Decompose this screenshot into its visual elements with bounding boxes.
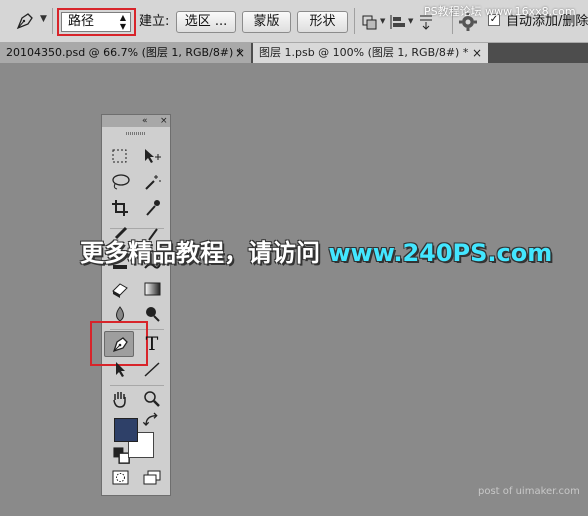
options-bar: ▼ 路径 ▲ ▼ 建立: 选区 ... 蒙版 形状 ▼ ▼ ✓ 自动添加/删除 P… [0, 0, 588, 43]
zoom-icon[interactable] [140, 389, 164, 409]
close-icon[interactable]: × [160, 115, 168, 127]
eraser-icon[interactable] [108, 279, 132, 299]
make-selection-button[interactable]: 选区 ... [176, 11, 236, 33]
make-label: 建立: [139, 14, 170, 29]
dropdown-caret-icon[interactable]: ▼ [380, 17, 385, 25]
make-mask-button[interactable]: 蒙版 [242, 11, 291, 33]
tab-document-2[interactable]: 图层 1.psb @ 100% (图层 1, RGB/8#) * × [253, 43, 488, 63]
pen-icon[interactable] [14, 11, 36, 31]
tools-panel-header[interactable]: « × [102, 115, 170, 127]
eyedropper-icon[interactable] [140, 198, 164, 218]
magic-wand-icon[interactable] [140, 172, 164, 192]
collapse-icon[interactable]: « [142, 115, 148, 127]
watermark-top: PS教程论坛 www.16xx8.com [424, 5, 576, 18]
tab-document-1[interactable]: 20104350.psd @ 66.7% (图层 1, RGB/8#) * × [0, 43, 251, 63]
type-icon[interactable]: T [140, 334, 164, 354]
screen-mode-icon[interactable] [140, 468, 164, 488]
separator [354, 8, 355, 34]
tab-label: 图层 1.psb @ 100% (图层 1, RGB/8#) * [259, 46, 469, 59]
rectangular-marquee-icon[interactable] [108, 146, 132, 166]
tutorial-text: 更多精品教程，请访问 [80, 239, 329, 267]
move-icon[interactable] [140, 146, 164, 166]
panel-grip[interactable] [126, 132, 146, 135]
type-tool-glyph: T [145, 333, 159, 355]
make-shape-button[interactable]: 形状 [297, 11, 348, 33]
path-alignment-icon[interactable] [388, 12, 408, 32]
canvas-workspace[interactable] [0, 63, 588, 516]
tutorial-watermark: 更多精品教程，请访问 www.240PS.com [80, 233, 552, 268]
default-colors-icon[interactable] [110, 446, 130, 464]
hand-icon[interactable] [108, 389, 132, 409]
close-icon[interactable]: × [235, 43, 245, 63]
quick-mask-icon[interactable] [108, 468, 132, 488]
path-operations-icon[interactable] [360, 12, 380, 32]
tab-label: 20104350.psd @ 66.7% (图层 1, RGB/8#) * [6, 46, 243, 59]
crop-icon[interactable] [108, 198, 132, 218]
tool-preset-caret-icon[interactable]: ▼ [40, 14, 47, 24]
path-selection-icon[interactable] [108, 359, 132, 379]
close-icon[interactable]: × [472, 43, 482, 63]
gradient-icon[interactable] [140, 279, 164, 299]
dropdown-caret-icon[interactable]: ▼ [408, 17, 413, 25]
footer-watermark: post of uimaker.com [478, 486, 580, 497]
line-icon[interactable] [140, 359, 164, 379]
lasso-icon[interactable] [108, 172, 132, 192]
select-arrows-icon: ▲ ▼ [119, 13, 126, 31]
document-tab-bar: 20104350.psd @ 66.7% (图层 1, RGB/8#) * × … [0, 43, 588, 63]
separator [52, 8, 53, 34]
mode-select-value: 路径 [68, 14, 95, 29]
pen-icon[interactable] [108, 334, 132, 354]
divider [110, 385, 164, 386]
tutorial-url: www.240PS.com [328, 239, 553, 267]
mode-select[interactable]: 路径 ▲ ▼ [61, 12, 131, 32]
foreground-color-swatch[interactable] [114, 418, 138, 442]
swap-colors-icon[interactable] [142, 411, 160, 426]
